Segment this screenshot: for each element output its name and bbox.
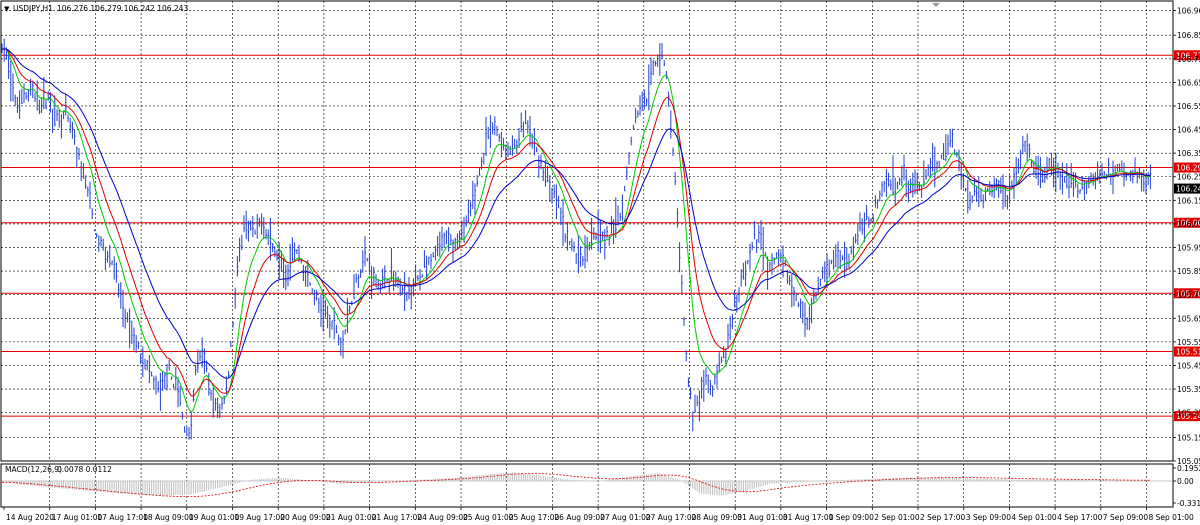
time-tick-label: 31 Aug 17:00 [783,513,834,522]
time-tick-label: 18 Aug 09:00 [143,513,194,522]
time-tick-label: 4 Sep 17:00 [1057,513,1103,522]
time-tick-label: 25 Aug 01:00 [463,513,514,522]
price-tick-label: 106.960 [1177,6,1200,15]
time-tick-label: 31 Aug 01:00 [737,513,788,522]
macd-label: MACD(12,26,9) [5,465,62,474]
time-tick-label: 28 Aug 09:00 [692,513,743,522]
chart-header: ▼ USDJPY,H1 106.276 106.279 106.242 106.… [4,4,188,13]
price-tick-label: 105.855 [1177,267,1200,276]
macd-values: 0.0078 0.0112 [57,465,112,474]
time-tick-label: 8 Sep 01:00 [1149,513,1195,522]
time-tick-label: 17 Aug 01:00 [52,513,103,522]
macd-tick-label: 0.00 [1177,477,1194,486]
price-tick-label: 106.555 [1177,102,1200,111]
macd-tick-label: 0.1952 [1177,464,1200,473]
price-tick-label: 105.555 [1177,338,1200,347]
time-tick-label: 27 Aug 01:00 [600,513,651,522]
dropdown-icon[interactable]: ▼ [4,5,10,13]
price-tick-label: 105.755 [1177,291,1200,300]
price-tick-label: 105.655 [1177,314,1200,323]
price-tick-label: 106.755 [1177,55,1200,64]
time-tick-label: 19 Aug 01:00 [189,513,240,522]
time-tick-label: 2 Sep 01:00 [874,513,920,522]
time-tick-label: 2 Sep 17:00 [920,513,966,522]
macd-tick-label: -0.3314 [1177,499,1200,508]
time-tick-label: 17 Aug 17:00 [97,513,148,522]
time-tick-label: 7 Sep 09:00 [1103,513,1149,522]
price-tick-label: 105.150 [1177,433,1200,442]
time-tick-label: 14 Aug 2020 [6,513,54,522]
price-tick-label: 105.255 [1177,409,1200,418]
time-tick-label: 20 Aug 09:00 [280,513,331,522]
time-tick-label: 25 Aug 17:00 [509,513,560,522]
price-tick-label: 106.655 [1177,78,1200,87]
price-tick-label: 106.855 [1177,31,1200,40]
price-tick-label: 106.355 [1177,149,1200,158]
price-tick-label: 106.455 [1177,126,1200,135]
current-price-label: 106.243 [1176,185,1200,194]
level-label: 105.514 [1176,348,1200,357]
ohlc-values: 106.276 106.279 106.242 106.243 [57,4,188,13]
time-tick-label: 24 Aug 09:00 [417,513,468,522]
time-tick-label: 21 Aug 01:00 [326,513,377,522]
price-tick-label: 106.055 [1177,220,1200,229]
time-tick-label: 21 Aug 17:00 [372,513,423,522]
level-label: 106.294 [1176,164,1200,173]
price-tick-label: 106.155 [1177,196,1200,205]
time-tick-label: 19 Aug 17:00 [235,513,286,522]
price-tick-label: 105.955 [1177,244,1200,253]
usdjpy-chart[interactable]: 106.770106.294106.060105.761105.514105.2… [0,0,1200,525]
symbol-label: USDJPY,H1 [13,4,53,13]
time-tick-label: 3 Sep 09:00 [966,513,1012,522]
time-tick-label: 4 Sep 01:00 [1011,513,1057,522]
price-tick-label: 106.255 [1177,173,1200,182]
time-tick-label: 1 Sep 09:00 [829,513,875,522]
time-tick-label: 27 Aug 17:00 [646,513,697,522]
price-tick-label: 105.355 [1177,385,1200,394]
macd-header: MACD(12,26,9) 0.0078 0.0112 [5,465,112,474]
price-tick-label: 105.455 [1177,361,1200,370]
time-tick-label: 26 Aug 09:00 [554,513,605,522]
